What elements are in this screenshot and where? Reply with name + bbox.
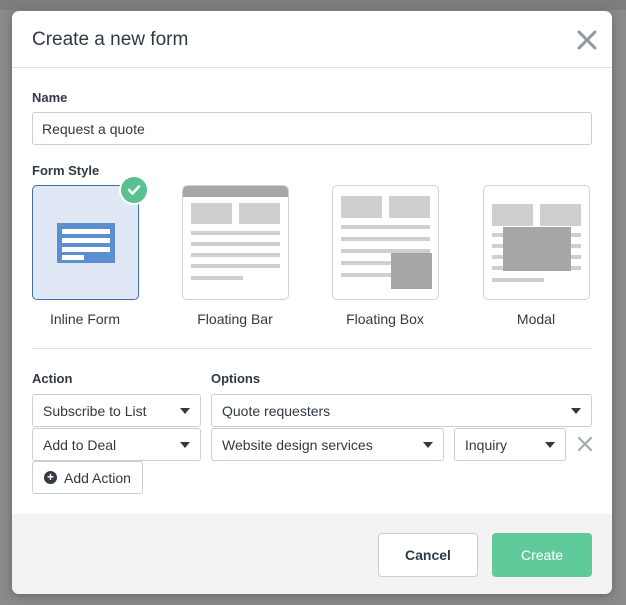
form-style-label-inline-form: Inline Form: [49, 311, 121, 327]
form-style-label-modal: Modal: [516, 311, 556, 327]
modal-icon: [492, 204, 581, 282]
modal-title: Create a new form: [32, 29, 189, 50]
option-select-2[interactable]: Website design services: [211, 428, 444, 461]
create-form-modal: Create a new form Name Form Style: [12, 11, 612, 594]
background-text-fragment: [612, 255, 626, 279]
option-select-1-value: Quote requesters: [222, 402, 331, 419]
modal-header: Create a new form: [12, 11, 612, 68]
remove-action-icon[interactable]: [576, 435, 594, 453]
options-column-label: Options: [211, 371, 261, 386]
add-action-label: Add Action: [64, 469, 131, 486]
chevron-down-icon: [180, 441, 190, 448]
name-label: Name: [32, 90, 68, 105]
action-select-2-value: Add to Deal: [43, 436, 117, 453]
floating-box-icon: [341, 196, 432, 289]
modal-footer: Cancel Create: [12, 514, 612, 594]
option-select-1[interactable]: Quote requesters: [211, 394, 592, 427]
cancel-button[interactable]: Cancel: [378, 533, 478, 577]
chevron-down-icon: [545, 441, 555, 448]
option-select-2-value: Website design services: [222, 436, 373, 453]
inline-form-icon: [57, 223, 115, 263]
add-action-button[interactable]: + Add Action: [32, 461, 143, 494]
plus-circle-icon: +: [44, 471, 57, 484]
form-style-label: Form Style: [32, 163, 100, 178]
action-select-2[interactable]: Add to Deal: [32, 428, 201, 461]
form-style-inline-form[interactable]: [32, 185, 139, 300]
floating-bar-icon: [183, 186, 288, 280]
form-style-floating-box[interactable]: [332, 185, 439, 300]
close-icon[interactable]: [576, 29, 598, 51]
action-select-1[interactable]: Subscribe to List: [32, 394, 201, 427]
background-header: [0, 0, 626, 10]
name-input[interactable]: [32, 112, 592, 145]
form-style-floating-bar[interactable]: [182, 185, 289, 300]
action-column-label: Action: [32, 371, 73, 386]
create-button[interactable]: Create: [492, 533, 592, 577]
chevron-down-icon: [423, 441, 433, 448]
chevron-down-icon: [571, 407, 581, 414]
selected-check-icon: [119, 175, 149, 205]
form-style-label-floating-bar: Floating Bar: [197, 311, 273, 327]
sub-option-select-2[interactable]: Inquiry: [454, 428, 566, 461]
chevron-down-icon: [180, 407, 190, 414]
sub-option-select-2-value: Inquiry: [465, 436, 508, 453]
form-style-label-floating-box: Floating Box: [346, 311, 424, 327]
section-divider: [32, 348, 592, 349]
action-select-1-value: Subscribe to List: [43, 402, 147, 419]
form-style-modal[interactable]: [483, 185, 590, 300]
